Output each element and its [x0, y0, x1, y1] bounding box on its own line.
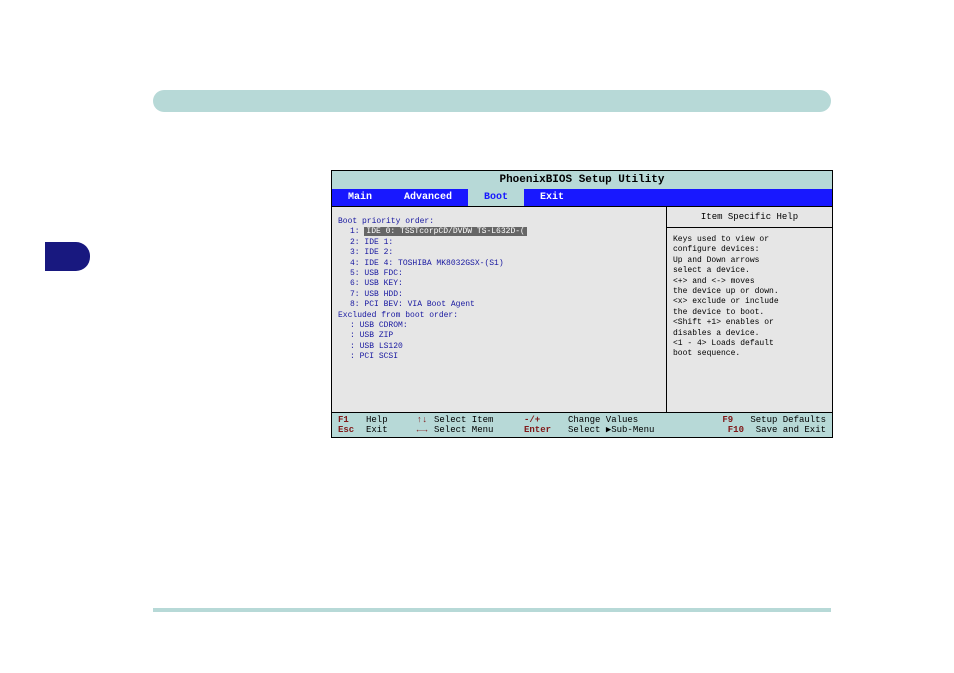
- arrows-leftright-icon: ←→: [410, 425, 434, 435]
- boot-item-3[interactable]: 3: IDE 2:: [350, 248, 660, 258]
- tab-exit[interactable]: Exit: [524, 189, 580, 206]
- bios-title: PhoenixBIOS Setup Utility: [332, 171, 832, 189]
- boot-item-2[interactable]: 2: IDE 1:: [350, 238, 660, 248]
- boot-priority-heading: Boot priority order:: [338, 217, 660, 227]
- boot-item-1[interactable]: 1: IDE 0: TSSTcorpCD/DVDW TS-L632D-(: [350, 227, 660, 237]
- label-select-item: Select Item: [434, 415, 524, 425]
- key-enter: Enter: [524, 425, 568, 435]
- label-setup-defaults: Setup Defaults: [750, 415, 826, 425]
- side-tab: [45, 242, 90, 271]
- bios-footer: F1 Help ↑↓ Select Item -/+ Change Values…: [332, 412, 832, 437]
- label-select-submenu: Select ▶Sub-Menu: [568, 425, 728, 435]
- boot-item-4[interactable]: 4: IDE 4: TOSHIBA MK8032GSX-(S1): [350, 259, 660, 269]
- excluded-item-4[interactable]: : PCI SCSI: [350, 352, 660, 362]
- excluded-item-3[interactable]: : USB LS120: [350, 342, 660, 352]
- key-esc: Esc: [338, 425, 366, 435]
- boot-item-6[interactable]: 6: USB KEY:: [350, 279, 660, 289]
- key-f9: F9: [722, 415, 750, 425]
- bios-window: PhoenixBIOS Setup Utility Main Advanced …: [331, 170, 833, 438]
- arrows-updown-icon: ↑↓: [410, 415, 434, 425]
- key-f10: F10: [728, 425, 756, 435]
- bios-tabs: Main Advanced Boot Exit: [332, 189, 832, 206]
- label-save-exit: Save and Exit: [756, 425, 826, 435]
- boot-item-8[interactable]: 8: PCI BEV: VIA Boot Agent: [350, 300, 660, 310]
- label-exit: Exit: [366, 425, 410, 435]
- boot-item-7[interactable]: 7: USB HDD:: [350, 290, 660, 300]
- key-plusminus: -/+: [524, 415, 568, 425]
- top-bar: [153, 90, 831, 112]
- tab-advanced[interactable]: Advanced: [388, 189, 468, 206]
- excluded-item-2[interactable]: : USB ZIP: [350, 331, 660, 341]
- key-f1: F1: [338, 415, 366, 425]
- bottom-bar: [153, 608, 831, 612]
- label-change-values: Change Values: [568, 415, 722, 425]
- tab-boot[interactable]: Boot: [468, 189, 524, 206]
- bios-main: Boot priority order: 1: IDE 0: TSSTcorpC…: [332, 206, 832, 412]
- help-panel: Item Specific Help Keys used to view or …: [666, 207, 832, 412]
- help-title: Item Specific Help: [667, 207, 832, 228]
- boot-list: Boot priority order: 1: IDE 0: TSSTcorpC…: [332, 207, 666, 412]
- excluded-item-1[interactable]: : USB CDROM:: [350, 321, 660, 331]
- label-select-menu: Select Menu: [434, 425, 524, 435]
- tab-main[interactable]: Main: [332, 189, 388, 206]
- excluded-heading: Excluded from boot order:: [338, 311, 660, 321]
- help-body: Keys used to view or configure devices: …: [667, 228, 832, 367]
- boot-item-5[interactable]: 5: USB FDC:: [350, 269, 660, 279]
- label-help: Help: [366, 415, 410, 425]
